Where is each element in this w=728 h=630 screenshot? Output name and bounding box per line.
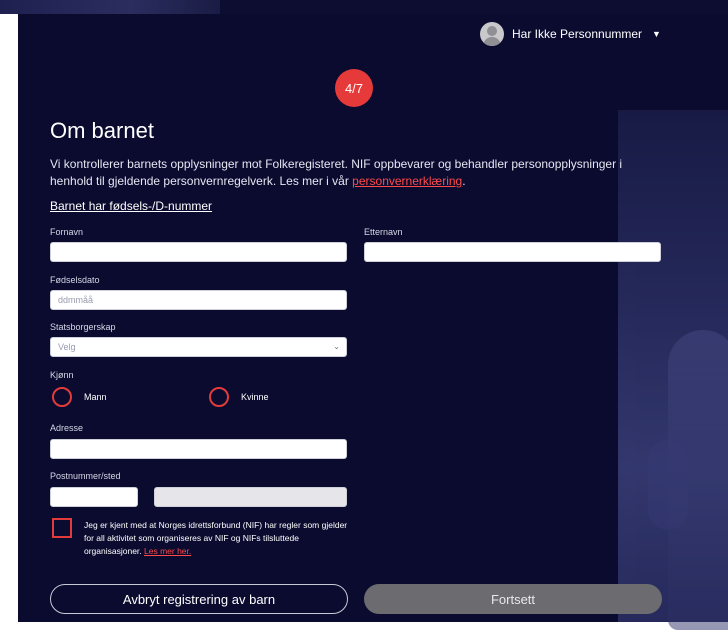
address-input[interactable] bbox=[50, 439, 347, 459]
citizenship-selected: Velg bbox=[58, 342, 76, 352]
gender-option-female: Kvinne bbox=[241, 392, 269, 402]
citizenship-label: Statsborgerskap bbox=[50, 322, 116, 332]
user-name: Har Ikke Personnummer bbox=[512, 27, 643, 41]
chevron-down-icon: ⌄ bbox=[333, 342, 340, 351]
gender-option-male: Mann bbox=[84, 392, 107, 402]
continue-button[interactable]: Fortsett bbox=[364, 584, 662, 614]
page-title: Om barnet bbox=[50, 118, 154, 143]
intro-text: Vi kontrollerer barnets opplysninger mot… bbox=[50, 156, 660, 190]
step-badge: 4/7 bbox=[335, 69, 373, 107]
birth-date-placeholder: ddmmåå bbox=[58, 295, 94, 305]
cancel-registration-button[interactable]: Avbryt registrering av barn bbox=[50, 584, 348, 614]
address-label: Adresse bbox=[50, 423, 84, 433]
consent-checkbox[interactable] bbox=[52, 518, 72, 538]
user-menu[interactable]: Har Ikke Personnummer ▼ bbox=[480, 22, 661, 46]
gender-radio-male[interactable] bbox=[52, 387, 72, 407]
consent-text: Jeg er kjent med at Norges idrettsforbun… bbox=[84, 519, 354, 558]
caret-down-icon: ▼ bbox=[652, 29, 661, 39]
privacy-link[interactable]: personvernerklæring bbox=[352, 174, 462, 188]
last-name-label: Etternavn bbox=[364, 227, 403, 237]
postal-label: Postnummer/sted bbox=[50, 471, 121, 481]
consent-body: Jeg er kjent med at Norges idrettsforbun… bbox=[84, 520, 348, 556]
intro-text-suffix: . bbox=[462, 174, 466, 188]
gender-label: Kjønn bbox=[50, 370, 74, 380]
birth-date-label: Fødselsdato bbox=[50, 275, 100, 285]
gender-radio-female[interactable] bbox=[209, 387, 229, 407]
intro-text-body: Vi kontrollerer barnets opplysninger mot… bbox=[50, 157, 623, 188]
athlete-detail bbox=[648, 440, 688, 530]
postal-code-input[interactable] bbox=[50, 487, 138, 507]
postal-place-input bbox=[154, 487, 347, 507]
first-name-label: Fornavn bbox=[50, 227, 84, 237]
has-id-number-link[interactable]: Barnet har fødsels-/D-nummer bbox=[50, 199, 212, 213]
read-more-link[interactable]: Les mer her. bbox=[144, 546, 191, 556]
citizenship-select[interactable]: Velg ⌄ bbox=[50, 337, 347, 357]
first-name-input[interactable] bbox=[50, 242, 347, 262]
last-name-input[interactable] bbox=[364, 242, 661, 262]
birth-date-input[interactable]: ddmmåå bbox=[50, 290, 347, 310]
background-photo-strip bbox=[0, 0, 220, 14]
avatar bbox=[480, 22, 504, 46]
